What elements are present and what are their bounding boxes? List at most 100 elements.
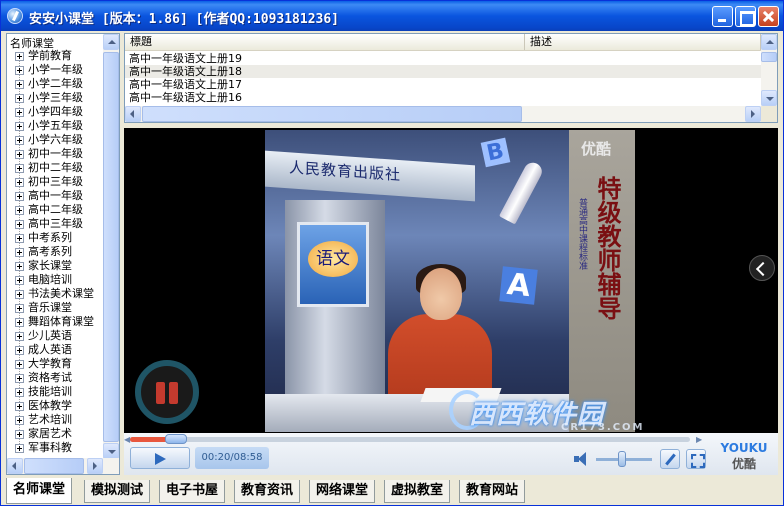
- scroll-down-button[interactable]: [761, 90, 777, 106]
- list-hscroll-thumb[interactable]: [142, 106, 522, 122]
- tree-item[interactable]: 资格考试: [12, 371, 104, 385]
- expand-plus-icon[interactable]: [15, 66, 24, 75]
- tab-6[interactable]: 教育网站: [459, 480, 526, 503]
- tree-item[interactable]: 初中三年级: [12, 175, 104, 189]
- expand-plus-icon[interactable]: [15, 136, 24, 145]
- tree-item[interactable]: 大学教育: [12, 357, 104, 371]
- tree-item[interactable]: 舞蹈体育课堂: [12, 315, 104, 329]
- column-title-header[interactable]: 標題: [125, 34, 525, 50]
- expand-plus-icon[interactable]: [15, 206, 24, 215]
- expand-plus-icon[interactable]: [15, 164, 24, 173]
- tree-hscroll-thumb[interactable]: [24, 458, 84, 474]
- tree-item[interactable]: 小学二年级: [12, 77, 104, 91]
- expand-plus-icon[interactable]: [15, 94, 24, 103]
- tree-item[interactable]: 高中二年级: [12, 203, 104, 217]
- tree-item[interactable]: 成人英语: [12, 343, 104, 357]
- expand-plus-icon[interactable]: [15, 52, 24, 61]
- expand-plus-icon[interactable]: [15, 346, 24, 355]
- progress-bar[interactable]: [130, 434, 690, 444]
- scroll-right-button[interactable]: [87, 458, 103, 474]
- tree-item[interactable]: 小学一年级: [12, 63, 104, 77]
- scroll-down-button[interactable]: [103, 443, 119, 459]
- volume-icon[interactable]: [574, 452, 592, 466]
- expand-plus-icon[interactable]: [15, 150, 24, 159]
- scroll-up-button[interactable]: [761, 34, 777, 50]
- expand-plus-icon[interactable]: [15, 234, 24, 243]
- expand-plus-icon[interactable]: [15, 402, 24, 411]
- list-row[interactable]: 高中一年级语文上册18: [125, 65, 761, 78]
- tree-vertical-scrollbar[interactable]: [103, 34, 119, 459]
- expand-plus-icon[interactable]: [15, 122, 24, 131]
- expand-plus-icon[interactable]: [15, 332, 24, 341]
- tree-item[interactable]: 学前教育: [12, 49, 104, 63]
- title-bar[interactable]: 安安小课堂 [版本：1.86] [作者QQ:1093181236]: [1, 1, 783, 31]
- maximize-button[interactable]: [735, 6, 756, 27]
- forward-small-icon[interactable]: ▶: [696, 435, 702, 444]
- tree-item[interactable]: 艺术培训: [12, 413, 104, 427]
- expand-plus-icon[interactable]: [15, 360, 24, 369]
- expand-plus-icon[interactable]: [15, 248, 24, 257]
- column-description-header[interactable]: 描述: [525, 34, 761, 50]
- progress-handle[interactable]: [165, 434, 187, 444]
- tree-item[interactable]: 技能培训: [12, 385, 104, 399]
- expand-plus-icon[interactable]: [15, 276, 24, 285]
- tab-3[interactable]: 教育资讯: [234, 480, 301, 503]
- tree-horizontal-scrollbar[interactable]: [7, 458, 119, 474]
- tab-2[interactable]: 电子书屋: [159, 480, 226, 503]
- expand-plus-icon[interactable]: [15, 192, 24, 201]
- tree-item[interactable]: 小学五年级: [12, 119, 104, 133]
- pause-button[interactable]: [135, 360, 199, 424]
- tree-item[interactable]: 中考系列: [12, 231, 104, 245]
- list-row[interactable]: 高中一年级语文上册19: [125, 52, 761, 65]
- tree-item[interactable]: 少儿英语: [12, 329, 104, 343]
- tree-scroll-thumb[interactable]: [103, 52, 119, 442]
- list-scroll-thumb[interactable]: [761, 52, 777, 62]
- expand-plus-icon[interactable]: [15, 388, 24, 397]
- expand-plus-icon[interactable]: [15, 318, 24, 327]
- tree-item[interactable]: 军事科教: [12, 441, 104, 455]
- minimize-button[interactable]: [712, 6, 733, 27]
- scroll-left-button[interactable]: [7, 458, 23, 474]
- expand-plus-icon[interactable]: [15, 430, 24, 439]
- tree-item[interactable]: 初中二年级: [12, 161, 104, 175]
- tree-item[interactable]: 初中一年级: [12, 147, 104, 161]
- scroll-right-button[interactable]: [745, 106, 761, 122]
- tab-4[interactable]: 网络课堂: [309, 480, 376, 503]
- list-row[interactable]: 高中一年级语文上册17: [125, 78, 761, 91]
- video-frame[interactable]: 人民教育出版社 语文 B A 优酷 普通高中课程标准 特级教师辅导: [265, 130, 635, 432]
- volume-handle[interactable]: [618, 451, 626, 467]
- tree-item[interactable]: 医体教学: [12, 399, 104, 413]
- video-player[interactable]: 人民教育出版社 语文 B A 优酷 普通高中课程标准 特级教师辅导 西西软件园 …: [124, 128, 778, 475]
- expand-plus-icon[interactable]: [15, 262, 24, 271]
- scroll-up-button[interactable]: [103, 34, 119, 50]
- tree-item[interactable]: 小学四年级: [12, 105, 104, 119]
- settings-wrench-icon[interactable]: [660, 449, 680, 469]
- tree-item[interactable]: 小学三年级: [12, 91, 104, 105]
- lesson-list[interactable]: 標題 描述 高中一年级语文上册19 高中一年级语文上册18 高中一年级语文上册17 高…: [124, 33, 778, 123]
- expand-plus-icon[interactable]: [15, 374, 24, 383]
- list-horizontal-scrollbar[interactable]: [125, 106, 761, 122]
- play-button[interactable]: [130, 447, 190, 469]
- fullscreen-icon[interactable]: [686, 449, 706, 469]
- tree-item[interactable]: 书法美术课堂: [12, 287, 104, 301]
- tree-item[interactable]: 电脑培训: [12, 273, 104, 287]
- tree-item[interactable]: 高考系列: [12, 245, 104, 259]
- expand-plus-icon[interactable]: [15, 80, 24, 89]
- expand-plus-icon[interactable]: [15, 220, 24, 229]
- tree-item[interactable]: 小学六年级: [12, 133, 104, 147]
- list-row[interactable]: 高中一年级语文上册16: [125, 91, 761, 104]
- tree-item[interactable]: 家居艺术: [12, 427, 104, 441]
- tab-0[interactable]: 名师课堂: [6, 478, 73, 504]
- tree-item[interactable]: 家长课堂: [12, 259, 104, 273]
- expand-plus-icon[interactable]: [15, 178, 24, 187]
- tree-item[interactable]: 高中三年级: [12, 217, 104, 231]
- tree-item[interactable]: 高中一年级: [12, 189, 104, 203]
- expand-plus-icon[interactable]: [15, 304, 24, 313]
- tab-5[interactable]: 虚拟教室: [384, 480, 451, 503]
- expand-plus-icon[interactable]: [15, 290, 24, 299]
- close-button[interactable]: [758, 6, 779, 27]
- category-tree[interactable]: 名师课堂 学前教育 小学一年级 小学二年级 小学三年级 小学四年级 小学五年级 小学六年级初…: [6, 33, 120, 475]
- chevron-left-icon[interactable]: [749, 255, 775, 281]
- expand-plus-icon[interactable]: [15, 108, 24, 117]
- list-vertical-scrollbar[interactable]: [761, 34, 777, 106]
